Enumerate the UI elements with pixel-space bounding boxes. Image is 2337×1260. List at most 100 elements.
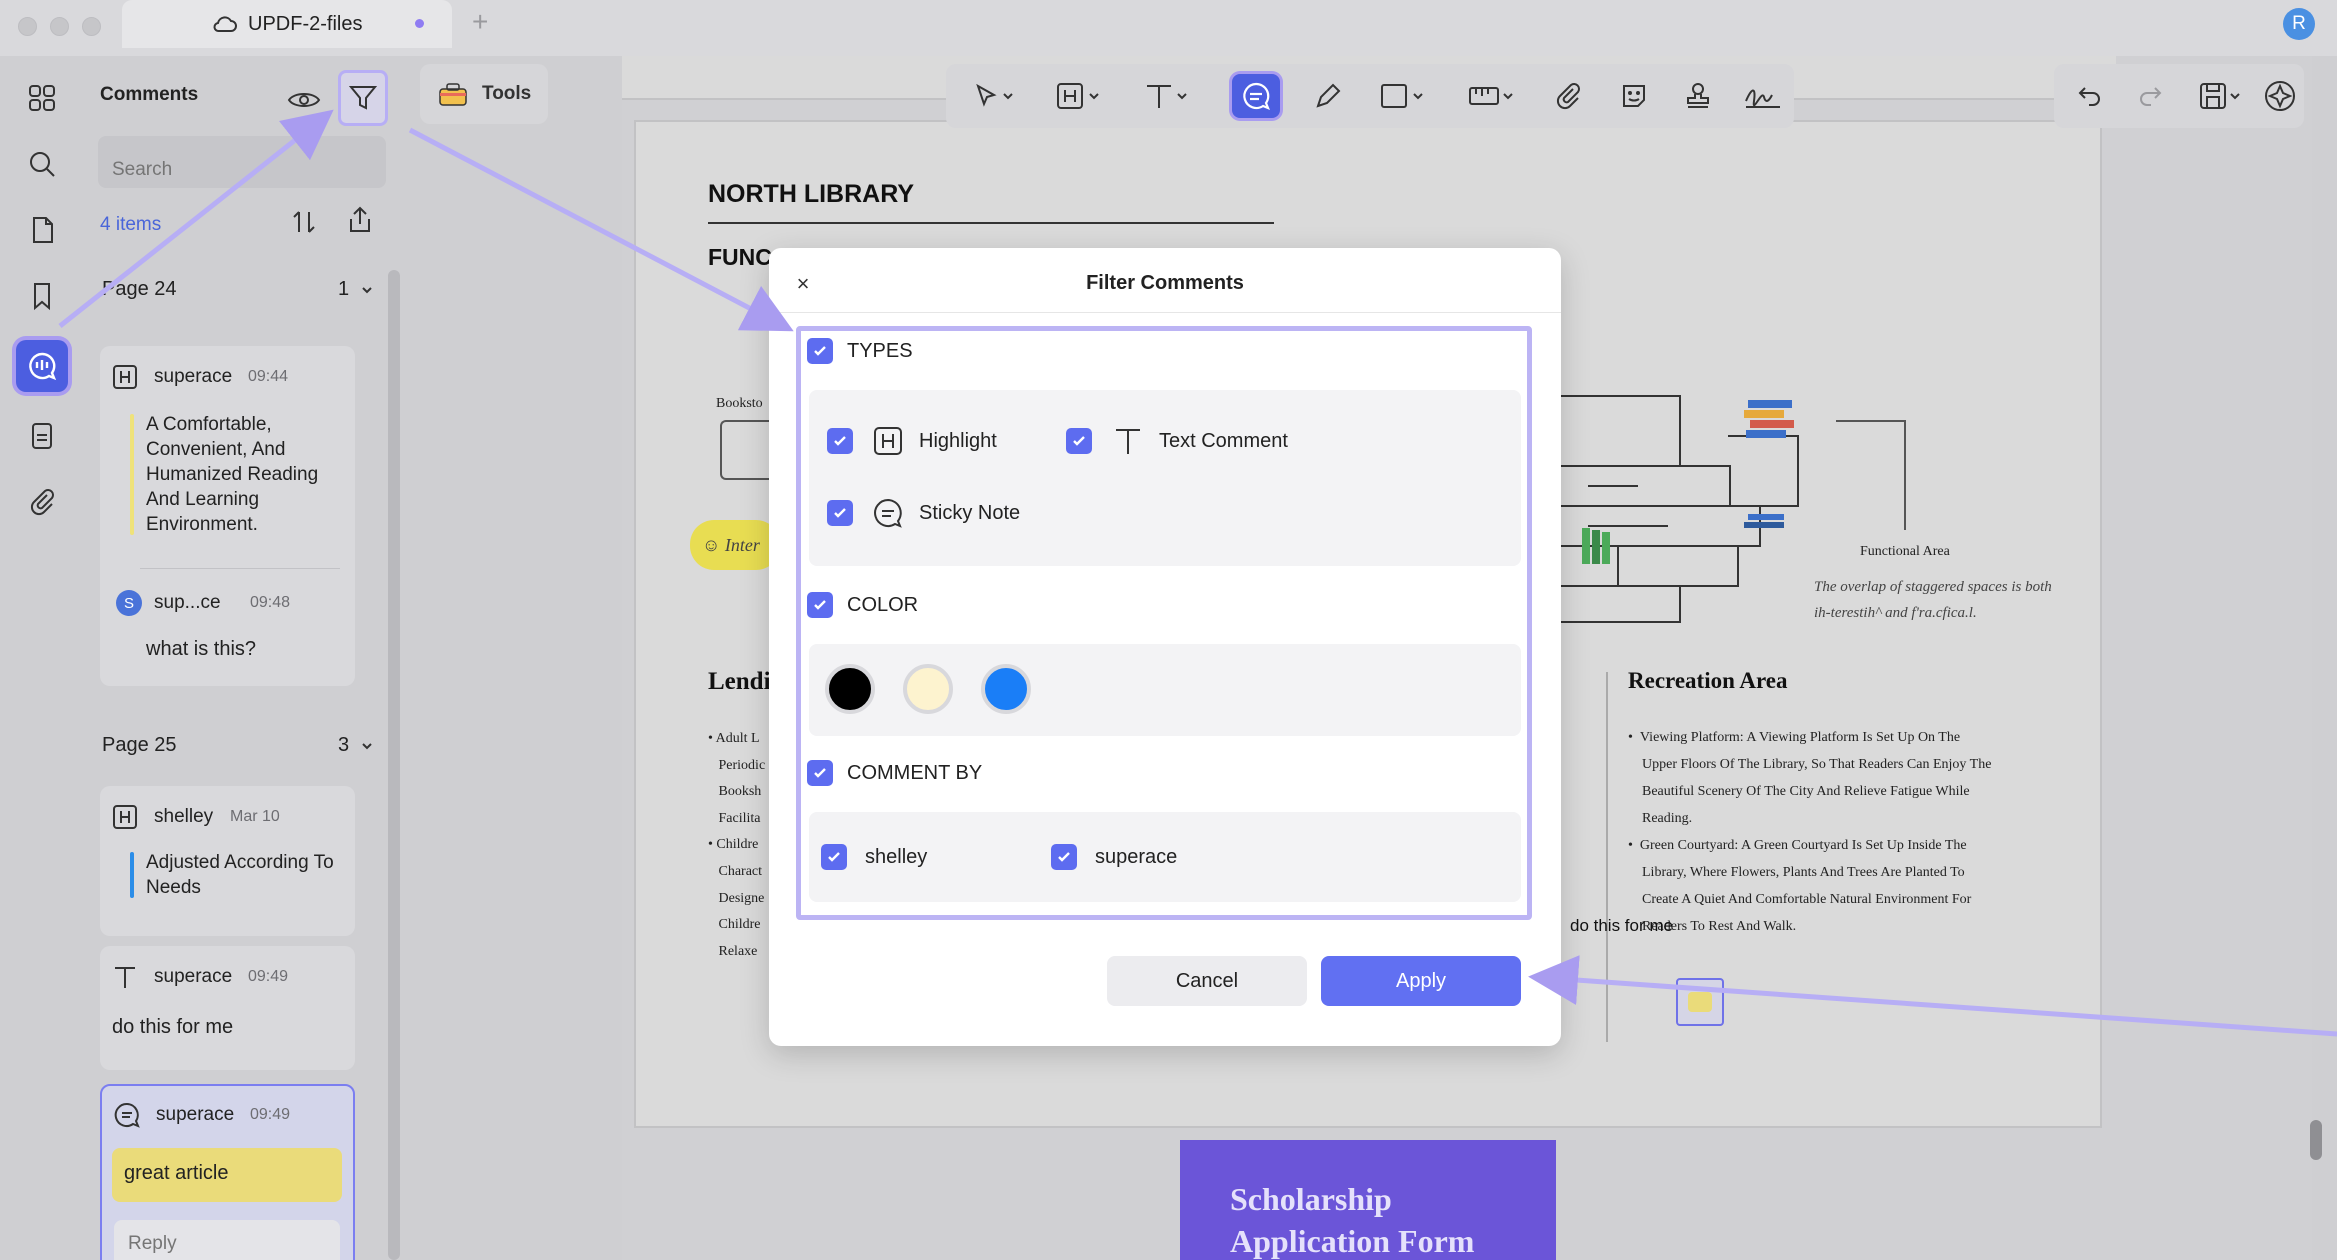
doc-list-line: Charact — [718, 863, 763, 879]
attachments-panel-icon[interactable] — [16, 410, 68, 462]
panel-title: Comments — [100, 84, 199, 105]
sticky-note-content: great article — [112, 1148, 342, 1202]
page-group-header[interactable]: Page 25 3 — [102, 734, 382, 757]
doc-list-line: Booksh — [718, 784, 762, 800]
undo-icon[interactable] — [2068, 74, 2112, 118]
select-tool-button[interactable] — [964, 74, 1024, 118]
title-bar: UPDF-2-files + R — [0, 0, 2337, 56]
bookmark-icon[interactable] — [16, 270, 68, 322]
tools-label: Tools — [482, 83, 532, 104]
doc-bullet-list: • Viewing Platform: A Viewing Platform I… — [1628, 724, 1998, 940]
comment-time: Mar 10 — [230, 808, 280, 825]
comment-card[interactable]: shelley Mar 10 Adjusted According To Nee… — [100, 786, 355, 936]
doc-annotation: The overlap of staggered spaces is both … — [1814, 579, 2052, 621]
attachment-tool-button[interactable] — [1546, 74, 1590, 118]
reply-input[interactable] — [114, 1220, 340, 1260]
minimize-window-button[interactable] — [50, 17, 69, 36]
user-avatar[interactable]: R — [2283, 8, 2315, 40]
sticky-note-icon — [1688, 992, 1712, 1012]
document-scrollbar[interactable] — [2310, 1120, 2322, 1160]
highlight-icon — [112, 804, 138, 835]
unsaved-dot — [415, 19, 424, 28]
eye-icon[interactable] — [282, 78, 326, 122]
page-label: Page 25 — [102, 734, 177, 756]
paperclip-icon[interactable] — [16, 476, 68, 528]
next-page-title: Scholarship Application Form — [1230, 1181, 1475, 1259]
sticky-note-marker[interactable] — [1676, 978, 1724, 1026]
export-icon[interactable] — [340, 200, 380, 240]
left-rail — [0, 56, 84, 1260]
doc-bracket — [1836, 420, 1906, 530]
document-tab[interactable]: UPDF-2-files — [122, 0, 452, 48]
cloud-icon — [212, 12, 238, 42]
tools-button[interactable]: Tools — [420, 64, 548, 124]
highlight-tool-button[interactable] — [1046, 74, 1112, 118]
annotation-toolbar — [946, 64, 1794, 128]
doc-left-list: • Adult L Periodic Booksh Facilita • Chi… — [708, 726, 765, 965]
chevron-down-icon — [360, 736, 374, 759]
next-page-preview: Scholarship Application Form — [1180, 1140, 1556, 1260]
close-window-button[interactable] — [18, 17, 37, 36]
apply-button[interactable]: Apply — [1321, 956, 1521, 1006]
avatar: S — [116, 590, 142, 616]
stamp-tool-button[interactable] — [1676, 74, 1720, 118]
reply-time: 09:48 — [250, 594, 291, 611]
doc-list-line: Facilita — [718, 810, 761, 826]
comment-author: superace — [156, 1104, 235, 1125]
cancel-button[interactable]: Cancel — [1107, 956, 1307, 1006]
panel-scrollbar[interactable] — [388, 270, 400, 1260]
comment-author: superace — [154, 366, 233, 387]
comment-time: 09:49 — [248, 968, 289, 985]
sticky-note-tool-button[interactable] — [1232, 74, 1280, 118]
comments-icon[interactable] — [16, 340, 68, 392]
filter-icon[interactable] — [338, 70, 388, 126]
save-icon[interactable] — [2190, 74, 2250, 118]
comment-time: 09:44 — [248, 368, 289, 385]
inline-text-comment[interactable]: do this for me — [1570, 916, 1673, 936]
page-group-header[interactable]: Page 24 1 — [102, 278, 382, 301]
text-tool-button[interactable] — [1134, 74, 1200, 118]
sticker-tool-button[interactable] — [1612, 74, 1656, 118]
doc-list-line: Periodic — [718, 757, 766, 773]
thumbnails-icon[interactable] — [16, 72, 68, 124]
quote-color-bar — [130, 414, 134, 535]
pencil-tool-button[interactable] — [1306, 74, 1350, 118]
reply-text: what is this? — [146, 638, 257, 660]
comment-card[interactable]: superace 09:49 do this for me — [100, 946, 355, 1070]
comment-time: 09:49 — [250, 1106, 291, 1123]
doc-bullet: • Green Courtyard: A Green Courtyard Is … — [1628, 838, 1972, 934]
bookshelf-illustration — [1559, 395, 1799, 623]
text-comment-icon — [112, 964, 138, 995]
search-input[interactable] — [98, 136, 386, 188]
page-comment-count: 3 — [338, 734, 350, 756]
page-label: Page 24 — [102, 278, 177, 300]
comment-text: do this for me — [112, 1016, 234, 1038]
shape-tool-button[interactable] — [1370, 74, 1436, 118]
new-tab-button[interactable]: + — [472, 6, 488, 38]
doc-column-divider — [1606, 672, 1608, 1042]
doc-list-line: Childre — [718, 917, 761, 933]
comment-card-selected[interactable]: superace 09:49 great article — [100, 1084, 355, 1260]
toolbox-icon — [439, 83, 467, 106]
doc-rule — [708, 222, 1274, 224]
sort-icon[interactable] — [284, 202, 324, 242]
comments-panel: Comments 4 items Page 24 1 superace 09:4… — [84, 56, 408, 1260]
divider — [140, 568, 340, 569]
chevron-down-icon — [360, 280, 374, 303]
doc-list-line: • Childre — [708, 837, 759, 853]
zoom-window-button[interactable] — [82, 17, 101, 36]
doc-bullet: • Viewing Platform: A Viewing Platform I… — [1628, 730, 1992, 826]
ai-assistant-icon[interactable] — [2260, 74, 2300, 118]
items-count: 4 items — [100, 214, 162, 235]
doc-heading: NORTH LIBRARY — [708, 180, 915, 208]
annotation-highlight-frame — [796, 326, 1532, 920]
pages-icon[interactable] — [16, 204, 68, 256]
comment-card[interactable]: superace 09:44 A Comfortable, Convenient… — [100, 346, 355, 686]
measure-tool-button[interactable] — [1458, 74, 1524, 118]
doc-section-title: Recreation Area — [1628, 668, 1788, 693]
redo-icon[interactable] — [2128, 74, 2172, 118]
highlight-icon — [112, 364, 138, 395]
search-icon[interactable] — [16, 138, 68, 190]
doc-sticker: ☺ Inter — [690, 520, 780, 570]
signature-tool-button[interactable] — [1738, 74, 1788, 118]
